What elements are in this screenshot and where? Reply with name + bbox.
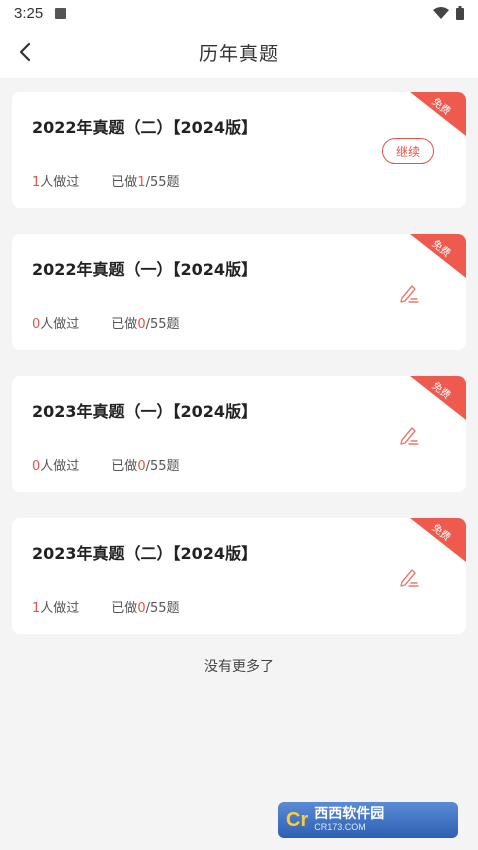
exam-card[interactable]: 2023年真题（二）【2024版】 免费 1人做过 已做0/55题 — [12, 518, 466, 634]
people-count-text: 0人做过 — [32, 455, 79, 474]
watermark-text: 西西软件园 CR173.COM — [314, 806, 385, 832]
done-prefix: 已做 — [111, 601, 138, 616]
people-count-text: 1人做过 — [32, 171, 79, 190]
watermark-badge: Cr 西西软件园 CR173.COM — [278, 802, 458, 838]
image-icon — [55, 7, 67, 19]
done-count: 0 — [137, 601, 146, 616]
done-prefix: 已做 — [111, 459, 138, 474]
people-suffix: 人做过 — [40, 459, 80, 474]
exam-list: 2022年真题（二）【2024版】 免费 继续 1人做过 已做1/55题 202… — [12, 92, 466, 660]
page-title: 历年真题 — [198, 42, 279, 65]
people-count-text: 1人做过 — [32, 597, 79, 616]
watermark-mark: Cr — [286, 808, 309, 831]
progress-text: 已做0/55题 — [111, 455, 179, 474]
edit-icon[interactable] — [398, 566, 420, 588]
exam-card[interactable]: 2022年真题（一）【2024版】 免费 0人做过 已做0/55题 — [12, 234, 466, 350]
done-total: /55题 — [145, 175, 180, 190]
done-total: /55题 — [145, 317, 180, 332]
progress-text: 已做0/55题 — [111, 313, 179, 332]
wifi-icon — [433, 7, 449, 19]
status-bar: 3:25 — [0, 0, 478, 26]
exam-title: 2022年真题（二）【2024版】 — [32, 118, 258, 137]
app-bar: 历年真题 — [0, 26, 478, 78]
exam-card[interactable]: 2022年真题（二）【2024版】 免费 继续 1人做过 已做1/55题 — [12, 92, 466, 208]
done-count: 0 — [137, 459, 146, 474]
done-prefix: 已做 — [111, 317, 138, 332]
done-prefix: 已做 — [111, 175, 138, 190]
exam-card[interactable]: 2023年真题（一）【2024版】 免费 0人做过 已做0/55题 — [12, 376, 466, 492]
exam-title: 2022年真题（一）【2024版】 — [32, 260, 258, 279]
done-total: /55题 — [145, 459, 180, 474]
no-more-text: 没有更多了 — [204, 659, 274, 675]
watermark-url: CR173.COM — [314, 821, 366, 832]
watermark-name: 西西软件园 — [314, 806, 385, 823]
people-suffix: 人做过 — [40, 175, 80, 190]
people-suffix: 人做过 — [40, 601, 80, 616]
chevron-left-icon[interactable] — [12, 38, 38, 66]
progress-text: 已做1/55题 — [111, 171, 179, 190]
exam-stats: 1人做过 已做0/55题 — [32, 597, 180, 616]
watermark-logo: Cr 西西软件园 CR173.COM — [278, 800, 458, 840]
free-badge: 免费 — [410, 234, 466, 278]
exam-title: 2023年真题（二）【2024版】 — [32, 544, 258, 563]
exam-stats: 1人做过 已做1/55题 — [32, 171, 180, 190]
exam-stats: 0人做过 已做0/55题 — [32, 313, 180, 332]
edit-icon[interactable] — [398, 282, 420, 304]
people-count-text: 0人做过 — [32, 313, 79, 332]
done-count: 1 — [137, 175, 146, 190]
exam-title: 2023年真题（一）【2024版】 — [32, 402, 258, 421]
edit-icon[interactable] — [398, 424, 420, 446]
done-count: 0 — [137, 317, 146, 332]
free-badge: 免费 — [410, 92, 466, 136]
exam-stats: 0人做过 已做0/55题 — [32, 455, 180, 474]
free-badge: 免费 — [410, 518, 466, 562]
free-badge: 免费 — [410, 376, 466, 420]
done-total: /55题 — [145, 601, 180, 616]
progress-text: 已做0/55题 — [111, 597, 179, 616]
people-suffix: 人做过 — [40, 317, 80, 332]
status-time: 3:25 — [14, 4, 44, 22]
continue-button[interactable]: 继续 — [382, 138, 434, 164]
battery-icon — [456, 6, 464, 20]
